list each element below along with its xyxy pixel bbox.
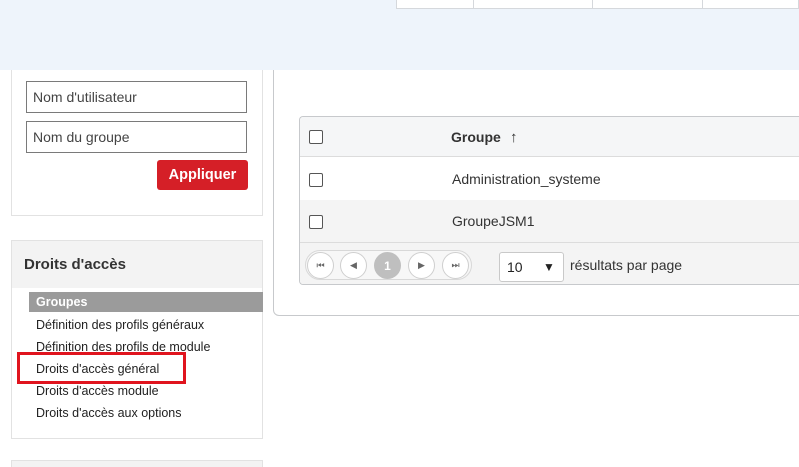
access-rights-menu: Groupes Définition des profils généraux … — [29, 292, 263, 424]
top-band — [0, 0, 799, 70]
pager-bar: ⏮ ◀ 1 ▶ ⏭ 10 ▼ résultats par page — [300, 242, 799, 284]
table-row[interactable]: GroupeJSM1 — [300, 200, 799, 242]
top-toolbar-strip — [396, 0, 799, 9]
chevron-down-icon: ▼ — [543, 260, 555, 274]
toolbar-separator — [592, 0, 593, 8]
grid-header-row: Groupe ↑ — [300, 117, 799, 157]
group-name-cell: GroupeJSM1 — [452, 213, 535, 229]
toolbar-separator — [473, 0, 474, 8]
select-all-checkbox[interactable] — [309, 130, 323, 144]
row-checkbox[interactable] — [309, 173, 323, 187]
next-page-icon[interactable]: ▶ — [408, 252, 435, 279]
access-rights-header: Droits d'accès — [12, 241, 262, 288]
toolbar-separator — [702, 0, 703, 8]
column-header-groupe[interactable]: Groupe — [451, 129, 501, 145]
previous-page-icon[interactable]: ◀ — [340, 252, 367, 279]
menu-item-module-access-rights[interactable]: Droits d'accès module — [29, 380, 263, 402]
sort-ascending-icon[interactable]: ↑ — [510, 129, 518, 146]
apply-button[interactable]: Appliquer — [157, 160, 248, 190]
username-filter-input[interactable] — [26, 81, 247, 113]
access-rights-title: Droits d'accès — [24, 256, 126, 273]
next-panel-header — [11, 460, 263, 467]
group-name-cell: Administration_systeme — [452, 171, 601, 187]
row-checkbox[interactable] — [309, 215, 323, 229]
first-page-icon[interactable]: ⏮ — [307, 252, 334, 279]
menu-item-module-profiles[interactable]: Définition des profils de module — [29, 336, 263, 358]
groups-grid: Groupe ↑ Administration_systeme GroupeJS… — [299, 116, 799, 285]
group-filter-input[interactable] — [26, 121, 247, 153]
results-per-page-label: résultats par page — [570, 257, 683, 273]
menu-item-options-access-rights[interactable]: Droits d'accès aux options — [29, 402, 263, 424]
page-size-value: 10 — [507, 259, 523, 275]
menu-item-general-access-rights[interactable]: Droits d'accès général — [29, 358, 263, 380]
table-row[interactable]: Administration_systeme — [300, 158, 799, 200]
current-page-button[interactable]: 1 — [374, 252, 401, 279]
pagination-controls: ⏮ ◀ 1 ▶ ⏭ — [305, 250, 472, 280]
page-size-select[interactable]: 10 ▼ — [499, 252, 564, 282]
last-page-icon[interactable]: ⏭ — [442, 252, 469, 279]
access-rights-panel: Droits d'accès Groupes Définition des pr… — [11, 240, 263, 439]
menu-item-groupes[interactable]: Groupes — [29, 292, 263, 312]
menu-item-general-profiles[interactable]: Définition des profils généraux — [29, 314, 263, 336]
